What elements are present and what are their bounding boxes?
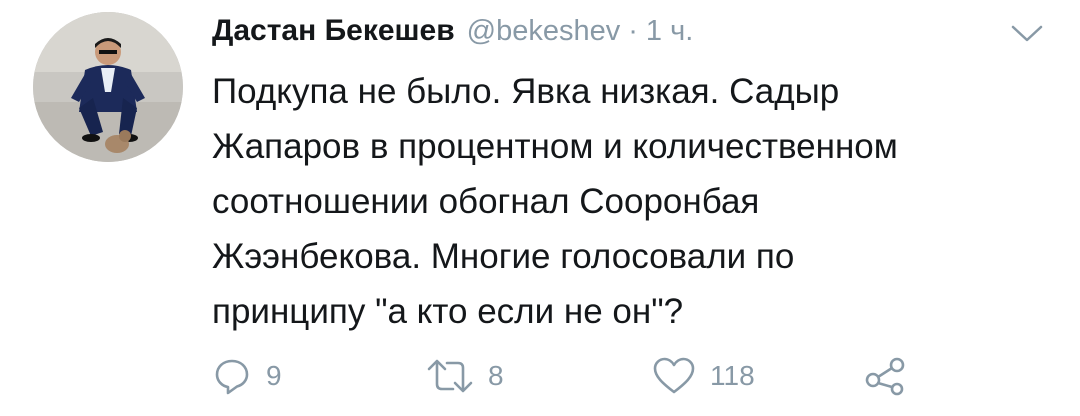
retweet-count: 8 [488,360,504,391]
separator-dot: · [628,15,638,47]
tweet-header: Дастан Бекешев @bekeshev · 1 ч. [212,14,693,58]
heart-icon [653,357,695,394]
reply-button[interactable]: 9 [212,354,282,398]
like-button[interactable]: 118 [652,354,755,398]
display-name[interactable]: Дастан Бекешев [212,14,455,48]
like-count: 118 [710,360,755,391]
retweet-icon [427,359,473,393]
share-icon [865,357,905,396]
tweet-text-line: Жапаров в процентном и количественном [212,127,898,166]
reply-count: 9 [266,360,282,391]
tweet-text-line: принципу "а кто если не он"? [212,292,684,331]
reply-icon [215,359,249,395]
retweet-button[interactable]: 8 [426,354,504,398]
user-handle[interactable]: @bekeshev [467,15,621,48]
avatar[interactable] [33,12,183,162]
share-button[interactable] [864,354,908,398]
tweet-text-line: Подкупа не было. Явка низкая. Садыр [212,72,840,111]
tweet-text-line: Жээнбекова. Многие голосовали по [212,237,795,276]
tweet: Дастан Бекешев @bekeshev · 1 ч. Подкупа … [0,0,1080,416]
tweet-text: Подкупа не было. Явка низкая. Садыр Жапа… [212,64,1052,339]
chevron-down-icon[interactable] [1010,22,1044,44]
avatar-photo [33,12,183,162]
timestamp[interactable]: 1 ч. [646,15,693,48]
tweet-text-line: соотношении обогнал Сооронбая [212,182,760,221]
